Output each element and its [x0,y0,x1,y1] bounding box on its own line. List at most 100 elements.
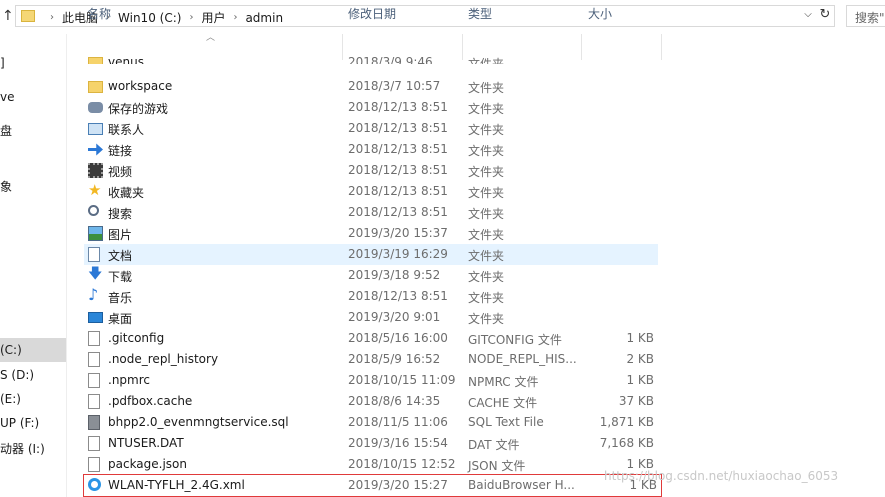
file-row[interactable]: package.json 2018/10/15 12:52 JSON 文件 1 KB [84,454,658,475]
file-type: NPMRC 文件 [468,375,539,389]
breadcrumb-admin[interactable]: admin [245,11,283,25]
file-type: 文件夹 [468,165,505,179]
nav-item[interactable]: S (D:) [0,368,34,382]
nav-item[interactable]: ve [0,90,14,104]
search-icon [88,205,99,216]
file-row[interactable]: ★ 收藏夹 2018/12/13 8:51 文件夹 [84,181,658,202]
nav-item[interactable]: 盘 [0,122,12,139]
column-header-type[interactable]: 类型 [468,0,492,26]
file-date: 2019/3/20 15:27 [348,478,448,492]
file-size: 37 KB [618,394,654,408]
chevron-right-icon[interactable]: › [50,12,54,23]
nav-item[interactable]: UP (F:) [0,416,39,430]
desktop-icon [88,312,103,323]
file-row[interactable]: 图片 2019/3/20 15:37 文件夹 [84,223,658,244]
breadcrumb-users[interactable]: 用户 [201,9,225,26]
file-type: 文件夹 [468,291,505,305]
file-date: 2018/12/13 8:51 [348,121,448,135]
pane-divider[interactable] [66,34,67,497]
file-row[interactable]: .node_repl_history 2018/5/9 16:52 NODE_REP… [84,349,658,370]
file-name: 图片 [108,228,133,242]
nav-item[interactable]: 动器 (I:) [0,440,45,457]
file-name: .gitconfig [108,331,165,345]
search-placeholder: 搜索"a [855,11,885,25]
file-date: 2018/11/5 11:06 [348,415,448,429]
file-size: 1 KB [626,373,654,387]
file-type: 文件夹 [468,228,505,242]
file-name: 收藏夹 [108,186,145,200]
sql-file-icon [88,415,100,430]
file-row[interactable]: bhpp2.0_evenmngtservice.sql 2018/11/5 11:… [84,412,658,433]
file-date: 2018/3/7 10:57 [348,79,441,93]
file-type: 文件夹 [468,270,505,284]
file-name: 文档 [108,249,133,263]
file-row[interactable]: 联系人 2018/12/13 8:51 文件夹 [84,118,658,139]
file-name: 搜索 [108,207,133,221]
file-type: 文件夹 [468,123,505,137]
file-row[interactable]: workspace 2018/3/7 10:57 文件夹 [84,76,658,97]
file-icon [88,373,100,388]
file-date: 2018/8/6 14:35 [348,394,441,408]
folder-icon [88,57,103,64]
file-row[interactable]: 视频 2018/12/13 8:51 文件夹 [84,160,658,181]
nav-item[interactable]: (C:) [0,338,66,362]
documents-icon [88,247,100,262]
file-name: venus [108,55,144,64]
file-name: package.json [108,457,188,471]
links-icon [88,143,103,156]
saved-games-icon [88,102,103,113]
file-icon [88,352,100,367]
nav-item[interactable]: ] [0,56,5,70]
file-row[interactable]: .npmrc 2018/10/15 11:09 NPMRC 文件 1 KB [84,370,658,391]
file-date: 2018/5/16 16:00 [348,331,448,345]
file-type: BaiduBrowser H... [468,478,575,492]
chevron-right-icon[interactable]: › [233,12,237,23]
file-row[interactable]: 保存的游戏 2018/12/13 8:51 文件夹 [84,97,658,118]
file-type: GITCONFIG 文件 [468,333,562,347]
file-row[interactable]: venus 2018/3/9 9:46 文件夹 [84,52,658,64]
column-divider[interactable] [661,34,662,60]
sort-up-icon: ︿ [206,33,216,43]
address-field[interactable]: › 此电脑 › Win10 (C:) › 用户 › admin [15,5,835,27]
contacts-icon [88,123,103,135]
breadcrumb-drive-c[interactable]: Win10 (C:) [118,11,181,25]
file-row[interactable]: 🡇 下载 2019/3/18 9:52 文件夹 [84,265,658,286]
file-size: 1 KB [626,331,654,345]
videos-icon [88,163,103,178]
file-row[interactable]: NTUSER.DAT 2019/3/16 15:54 DAT 文件 7,168 KB [84,433,658,454]
chevron-down-icon[interactable]: ⌵ [800,5,816,25]
chevron-right-icon[interactable]: › [189,12,193,23]
file-name: 保存的游戏 [108,102,169,116]
file-type: 文件夹 [468,312,505,326]
nav-item[interactable]: (E:) [0,392,21,406]
file-row[interactable]: ♪ 音乐 2018/12/13 8:51 文件夹 [84,286,658,307]
file-date: 2018/3/9 9:46 [348,55,433,64]
watermark: https://blog.csdn.net/huxiaochao_6053 [604,469,839,483]
column-header-name[interactable]: 名称 [87,0,111,26]
column-header-size[interactable]: 大小 [588,0,612,26]
file-name: 音乐 [108,291,133,305]
column-header-date[interactable]: 修改日期 [348,0,396,26]
file-size: 2 KB [626,352,654,366]
file-type: NODE_REPL_HIS... [468,352,577,366]
file-row[interactable]: 链接 2018/12/13 8:51 文件夹 [84,139,658,160]
file-type: DAT 文件 [468,438,520,452]
file-name: 下载 [108,270,133,284]
address-bar: ↑ › 此电脑 › Win10 (C:) › 用户 › admin ⌵ ↻ 搜索… [0,0,885,34]
file-row[interactable]: .gitconfig 2018/5/16 16:00 GITCONFIG 文件 1 K… [84,328,658,349]
file-name: 视频 [108,165,133,179]
file-row[interactable]: WLAN-TYFLH_2.4G.xml 2019/3/20 15:27 BaiduB… [83,474,662,497]
file-type: 文件夹 [468,186,505,200]
pictures-icon [88,226,103,241]
file-row[interactable]: .pdfbox.cache 2018/8/6 14:35 CACHE 文件 37 KB [84,391,658,412]
refresh-icon[interactable]: ↻ [816,5,834,25]
nav-item[interactable]: 象 [0,178,12,195]
file-date: 2018/12/13 8:51 [348,100,448,114]
file-row[interactable]: 桌面 2019/3/20 9:01 文件夹 [84,307,658,328]
up-arrow-icon[interactable]: ↑ [2,8,14,24]
file-row[interactable]: 搜索 2018/12/13 8:51 文件夹 [84,202,658,223]
file-size: 7,168 KB [599,436,654,450]
browser-xml-icon [88,478,101,491]
search-input[interactable]: 搜索"a [846,5,885,27]
file-row[interactable]: 文档 2019/3/19 16:29 文件夹 [84,244,658,265]
